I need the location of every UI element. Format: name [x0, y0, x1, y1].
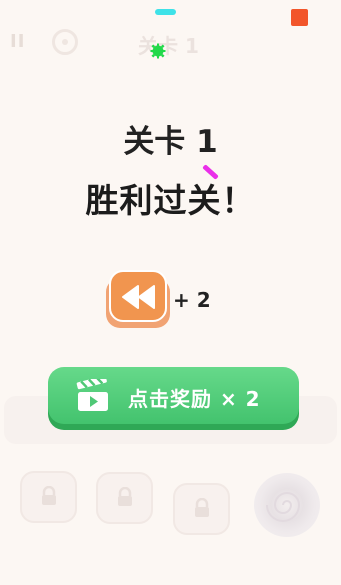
victory-text: 胜利过关！: [85, 181, 256, 220]
level-title: 关卡 1: [123, 124, 218, 160]
rewind-button-face[interactable]: [109, 270, 167, 322]
locked-slot: [20, 471, 77, 523]
vortex-icon: [254, 473, 320, 537]
lock-icon: [118, 487, 132, 506]
locked-slot: [96, 472, 153, 524]
cyan-bar-piece: [155, 9, 176, 15]
corner-square-piece: [291, 9, 308, 26]
lock-icon: [42, 486, 56, 505]
restart-icon[interactable]: [52, 29, 78, 55]
pause-icon[interactable]: II: [10, 31, 25, 52]
locked-slot: [173, 483, 230, 535]
rewind-icon: [122, 285, 155, 309]
film-clapper-icon: [76, 379, 108, 411]
rewind-count: + 2: [173, 288, 211, 312]
rewind-reward-button[interactable]: [106, 270, 170, 328]
claim-reward-label: 点击奖励 × 2: [128, 387, 261, 411]
green-gear-piece: [150, 43, 166, 59]
claim-reward-button[interactable]: 点击奖励 × 2: [48, 367, 299, 424]
lock-icon: [195, 498, 209, 517]
hud-level-label: 关卡 1: [138, 34, 199, 58]
